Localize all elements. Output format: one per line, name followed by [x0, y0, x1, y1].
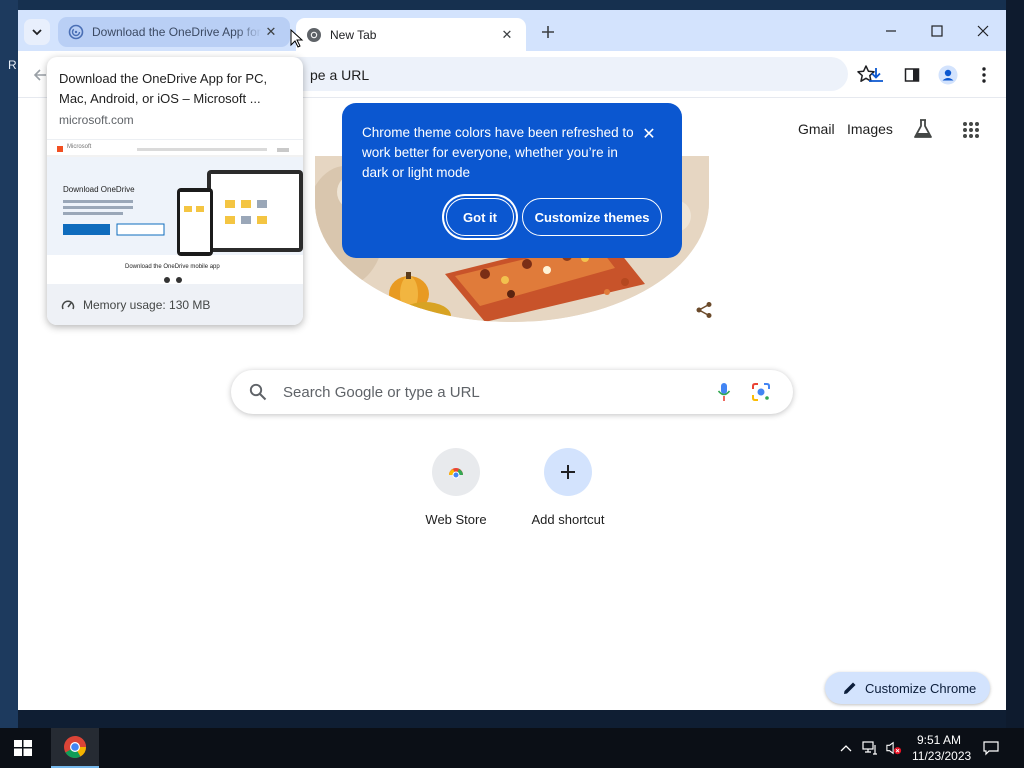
preview-brand: Microsoft	[67, 144, 92, 150]
hover-card-preview: Microsoft Download OneDrive Download the…	[47, 139, 303, 284]
omnibox-text: pe a URL	[310, 67, 370, 83]
desktop-background-left	[0, 0, 18, 728]
tab-hover-card: Download the OneDrive App for PC, Mac, A…	[47, 57, 303, 325]
chrome-window: Download the OneDrive App for PC, Mac, A…	[18, 10, 1006, 710]
desktop-icon-label: R	[8, 58, 17, 72]
chevron-up-icon	[840, 745, 852, 752]
download-icon	[869, 68, 883, 82]
close-tab-icon[interactable]: ✕	[498, 26, 516, 44]
tab-search-button[interactable]	[24, 19, 50, 45]
chevron-down-icon	[32, 29, 42, 36]
more-vert-icon	[982, 67, 986, 83]
minimize-button[interactable]	[876, 18, 906, 44]
minimize-icon	[886, 30, 896, 32]
new-tab-button[interactable]	[536, 20, 560, 44]
hover-card-title: Download the OneDrive App for PC, Mac, A…	[59, 71, 268, 106]
shortcut-icon-tile	[432, 448, 480, 496]
hover-card-domain: microsoft.com	[59, 113, 134, 127]
shortcut-icon-tile	[544, 448, 592, 496]
tab-onedrive[interactable]: Download the OneDrive App for PC, Mac, A…	[58, 17, 290, 47]
plus-icon	[542, 26, 554, 38]
plus-icon	[561, 465, 575, 479]
clock-date: 11/23/2023	[912, 749, 972, 763]
desktop-background-right	[1006, 0, 1024, 728]
clock-time: 9:51 AM	[916, 733, 962, 747]
windows-start-icon[interactable]	[14, 740, 32, 756]
maximize-icon	[931, 25, 943, 37]
shortcut-add[interactable]: Add shortcut	[518, 448, 618, 527]
menu-button[interactable]	[972, 63, 996, 87]
volume-muted-icon	[886, 741, 902, 755]
google-apps-icon[interactable]	[962, 121, 980, 139]
close-tab-icon[interactable]: ✕	[262, 23, 280, 41]
promo-message: Chrome theme colors have been refreshed …	[362, 125, 634, 180]
tab-strip: Download the OneDrive App for PC, Mac, A…	[18, 10, 1006, 51]
search-icon	[249, 383, 267, 401]
close-window-button[interactable]	[968, 18, 998, 44]
action-center-button[interactable]	[983, 740, 999, 756]
chrome-icon	[307, 27, 321, 42]
tab-new-tab[interactable]: New Tab ✕	[296, 18, 526, 51]
back-arrow-icon	[33, 69, 46, 81]
search-box[interactable]: Search Google or type a URL	[231, 370, 793, 414]
volume-button[interactable]	[886, 740, 902, 756]
clock[interactable]: 9:51 AM 11/23/2023	[912, 732, 972, 764]
got-it-button[interactable]: Got it	[446, 198, 514, 236]
show-hidden-icons-button[interactable]	[838, 740, 854, 756]
downloads-button[interactable]	[864, 63, 888, 87]
search-placeholder: Search Google or type a URL	[283, 384, 480, 401]
voice-search-icon[interactable]	[717, 382, 731, 402]
shortcut-label: Add shortcut	[531, 512, 605, 527]
gmail-link[interactable]: Gmail	[798, 121, 835, 137]
shortcut-web-store[interactable]: Web Store	[406, 448, 506, 527]
customize-chrome-button[interactable]: Customize Chrome	[825, 672, 990, 704]
page-preview-thumbnail	[47, 140, 303, 284]
labs-flask-icon[interactable]	[912, 118, 934, 140]
notification-icon	[983, 741, 999, 756]
side-panel-icon	[904, 68, 920, 82]
tab-title: New Tab	[330, 27, 377, 42]
preview-subheading: Download the OneDrive mobile app	[125, 264, 220, 270]
shortcut-label: Web Store	[425, 512, 487, 527]
chrome-logo-icon	[64, 736, 86, 758]
windows-taskbar: 9:51 AM 11/23/2023	[0, 728, 1024, 768]
desktop-background-top	[0, 0, 1024, 10]
promo-close-icon[interactable]: ✕	[640, 125, 658, 143]
customize-chrome-label: Customize Chrome	[865, 680, 977, 696]
maximize-button[interactable]	[922, 18, 952, 44]
network-icon	[862, 741, 877, 755]
pencil-icon	[844, 682, 856, 694]
theme-refresh-promo: Chrome theme colors have been refreshed …	[342, 103, 682, 258]
lens-search-icon[interactable]	[751, 382, 771, 402]
memory-gauge-icon	[61, 299, 75, 309]
memory-usage: Memory usage: 130 MB	[83, 297, 211, 312]
preview-heading: Download OneDrive	[63, 185, 135, 194]
side-panel-button[interactable]	[900, 63, 924, 87]
share-icon[interactable]	[695, 301, 713, 319]
hover-card-footer: Memory usage: 130 MB	[47, 284, 303, 325]
tab-title: Download the OneDrive App for PC, Mac, A…	[92, 25, 262, 39]
customize-themes-button[interactable]: Customize themes	[522, 198, 662, 236]
network-button[interactable]	[862, 740, 878, 756]
avatar-icon	[938, 65, 958, 85]
close-icon	[977, 25, 989, 37]
profile-button[interactable]	[936, 63, 960, 87]
mouse-cursor-icon	[290, 29, 304, 48]
images-link[interactable]: Images	[847, 121, 893, 137]
taskbar-chrome-button[interactable]	[51, 728, 99, 768]
onedrive-loading-icon	[68, 24, 84, 40]
web-store-icon	[449, 468, 463, 479]
